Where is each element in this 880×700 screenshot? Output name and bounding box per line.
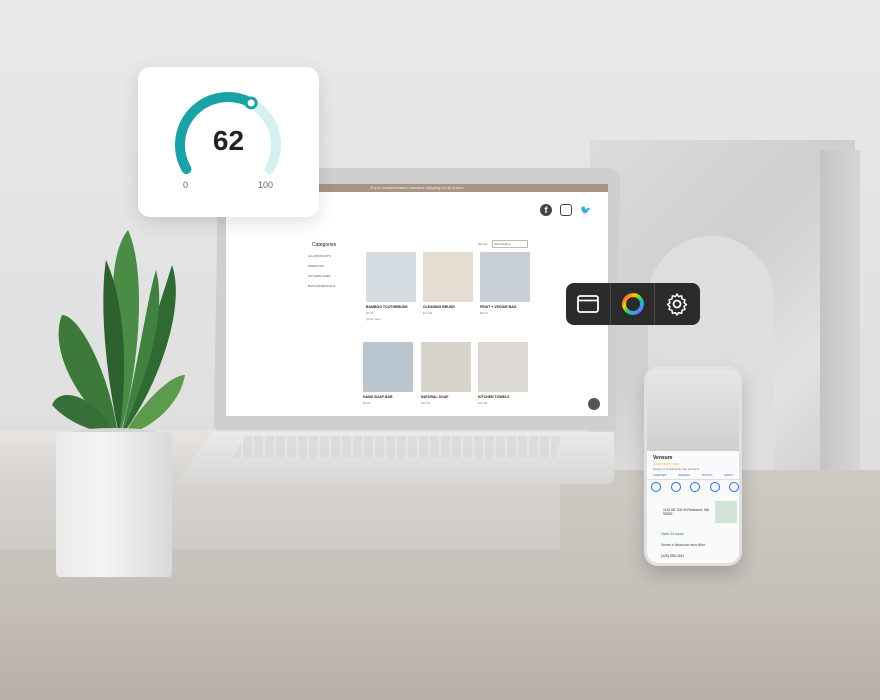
- product-card[interactable]: KITCHEN TOWELS $14.00: [478, 342, 528, 405]
- product-image[interactable]: [478, 342, 528, 392]
- product-name: NATURAL SOAP: [421, 395, 449, 399]
- product-name: CLEANING BRUSH: [423, 305, 455, 309]
- product-card[interactable]: FRUIT + VEGGIE BAG $8.00: [480, 252, 530, 315]
- website-icon[interactable]: [729, 482, 739, 492]
- business-name: Vensure: [653, 455, 673, 461]
- product-name: FRUIT + VEGGIE BAG: [480, 305, 517, 309]
- instagram-icon[interactable]: [560, 204, 572, 216]
- product-image[interactable]: [363, 342, 413, 392]
- product-name: BAMBOO TOOTHBRUSH: [366, 305, 408, 309]
- gauge-max-label: 100: [258, 180, 274, 190]
- product-price: $8.00: [480, 311, 488, 315]
- plant-pot: [56, 432, 172, 577]
- product-image[interactable]: [423, 252, 473, 302]
- product-image[interactable]: [421, 342, 471, 392]
- product-price: $10.00: [421, 401, 431, 405]
- gauge-knob: [244, 96, 258, 110]
- product-showcase-scene: Enjoy complimentary standard shipping on…: [0, 0, 880, 700]
- directions-icon[interactable]: [670, 482, 681, 492]
- laptop-keyboard: [232, 436, 562, 458]
- category-item[interactable]: KITCHEN CARE: [308, 274, 335, 278]
- product-price: $14.00: [478, 401, 488, 405]
- business-address: 1115 NE 200 St Redmond, WA 98053: [663, 508, 710, 516]
- tab-reviews[interactable]: REVIEWS: [678, 474, 690, 477]
- sort-select[interactable]: Best Selling: [491, 240, 528, 248]
- gauge-value: 62: [212, 125, 245, 156]
- settings-button[interactable]: [654, 283, 698, 325]
- category-item[interactable]: BATH ESSENTIALS: [308, 284, 335, 288]
- business-subtitle: Range of sustainable day products: [653, 467, 700, 471]
- tab-about[interactable]: ABOUT: [724, 474, 733, 477]
- product-image[interactable]: [366, 252, 416, 302]
- categories-title: Categories: [312, 242, 337, 248]
- listing-tabs: OVERVIEW REVIEWS PHOTOS ABOUT: [647, 474, 739, 480]
- product-card[interactable]: HAND SOAP BAR $9.00: [363, 342, 413, 405]
- product-price: $9.00: [363, 401, 371, 405]
- product-card[interactable]: CLEANING BRUSH $12.00: [423, 252, 473, 315]
- plant-leaves: [52, 230, 185, 435]
- sort-label: Sort by: [478, 242, 488, 246]
- category-item[interactable]: ALL PRODUCTS: [308, 254, 335, 258]
- business-phone[interactable]: (425) 555-0161: [661, 554, 684, 558]
- share-icon[interactable]: [709, 482, 720, 492]
- service-area: Serves a Vancouver area office: [661, 543, 706, 547]
- product-name: HAND SOAP BAR: [363, 395, 393, 399]
- twitter-icon[interactable]: 🐦: [580, 204, 592, 216]
- quick-view-link[interactable]: Quick view: [366, 317, 416, 321]
- sort-control: Sort by Best Selling: [478, 240, 528, 248]
- color-picker-button[interactable]: [610, 283, 654, 325]
- call-icon[interactable]: [651, 482, 661, 492]
- product-card[interactable]: BAMBOO TOOTHBRUSH $6.00 Quick view: [366, 252, 416, 321]
- gauge-min-label: 0: [183, 180, 189, 190]
- business-photo: [647, 369, 739, 451]
- gear-icon: [666, 293, 687, 316]
- table-front: [0, 600, 880, 700]
- tab-overview[interactable]: OVERVIEW: [653, 474, 666, 477]
- facebook-icon[interactable]: f: [540, 204, 552, 216]
- category-list: ALL PRODUCTS PERSONAL KITCHEN CARE BATH …: [308, 254, 335, 294]
- tab-photos[interactable]: PHOTOS: [702, 474, 713, 477]
- smartphone: Vensure 4.8 ★★★★★ (112) Range of sustain…: [644, 366, 742, 566]
- category-item[interactable]: PERSONAL: [308, 264, 335, 268]
- map-thumbnail[interactable]: [715, 501, 737, 523]
- laptop-screen: Enjoy complimentary standard shipping on…: [226, 184, 608, 416]
- save-icon[interactable]: [690, 482, 700, 492]
- product-card[interactable]: NATURAL SOAP $10.00: [421, 342, 471, 405]
- social-links: f 🐦: [540, 204, 592, 216]
- listing-actions: [651, 482, 739, 492]
- product-price: $6.00: [366, 311, 374, 315]
- product-name: KITCHEN TOWELS: [478, 395, 510, 399]
- color-wheel-icon: [621, 293, 644, 315]
- product-image[interactable]: [480, 252, 530, 302]
- chat-bubble-icon[interactable]: [588, 398, 600, 410]
- browser-window-icon: [577, 295, 599, 313]
- product-price: $12.00: [423, 311, 433, 315]
- business-rating: 4.8 ★★★★★ (112): [653, 462, 680, 466]
- business-hours: Open 24 hours: [661, 532, 684, 536]
- browser-window-button[interactable]: [566, 283, 610, 325]
- marble-arch-side: [820, 150, 860, 505]
- floating-toolbar: [566, 283, 700, 325]
- score-gauge-card: 62 0 100: [138, 67, 319, 217]
